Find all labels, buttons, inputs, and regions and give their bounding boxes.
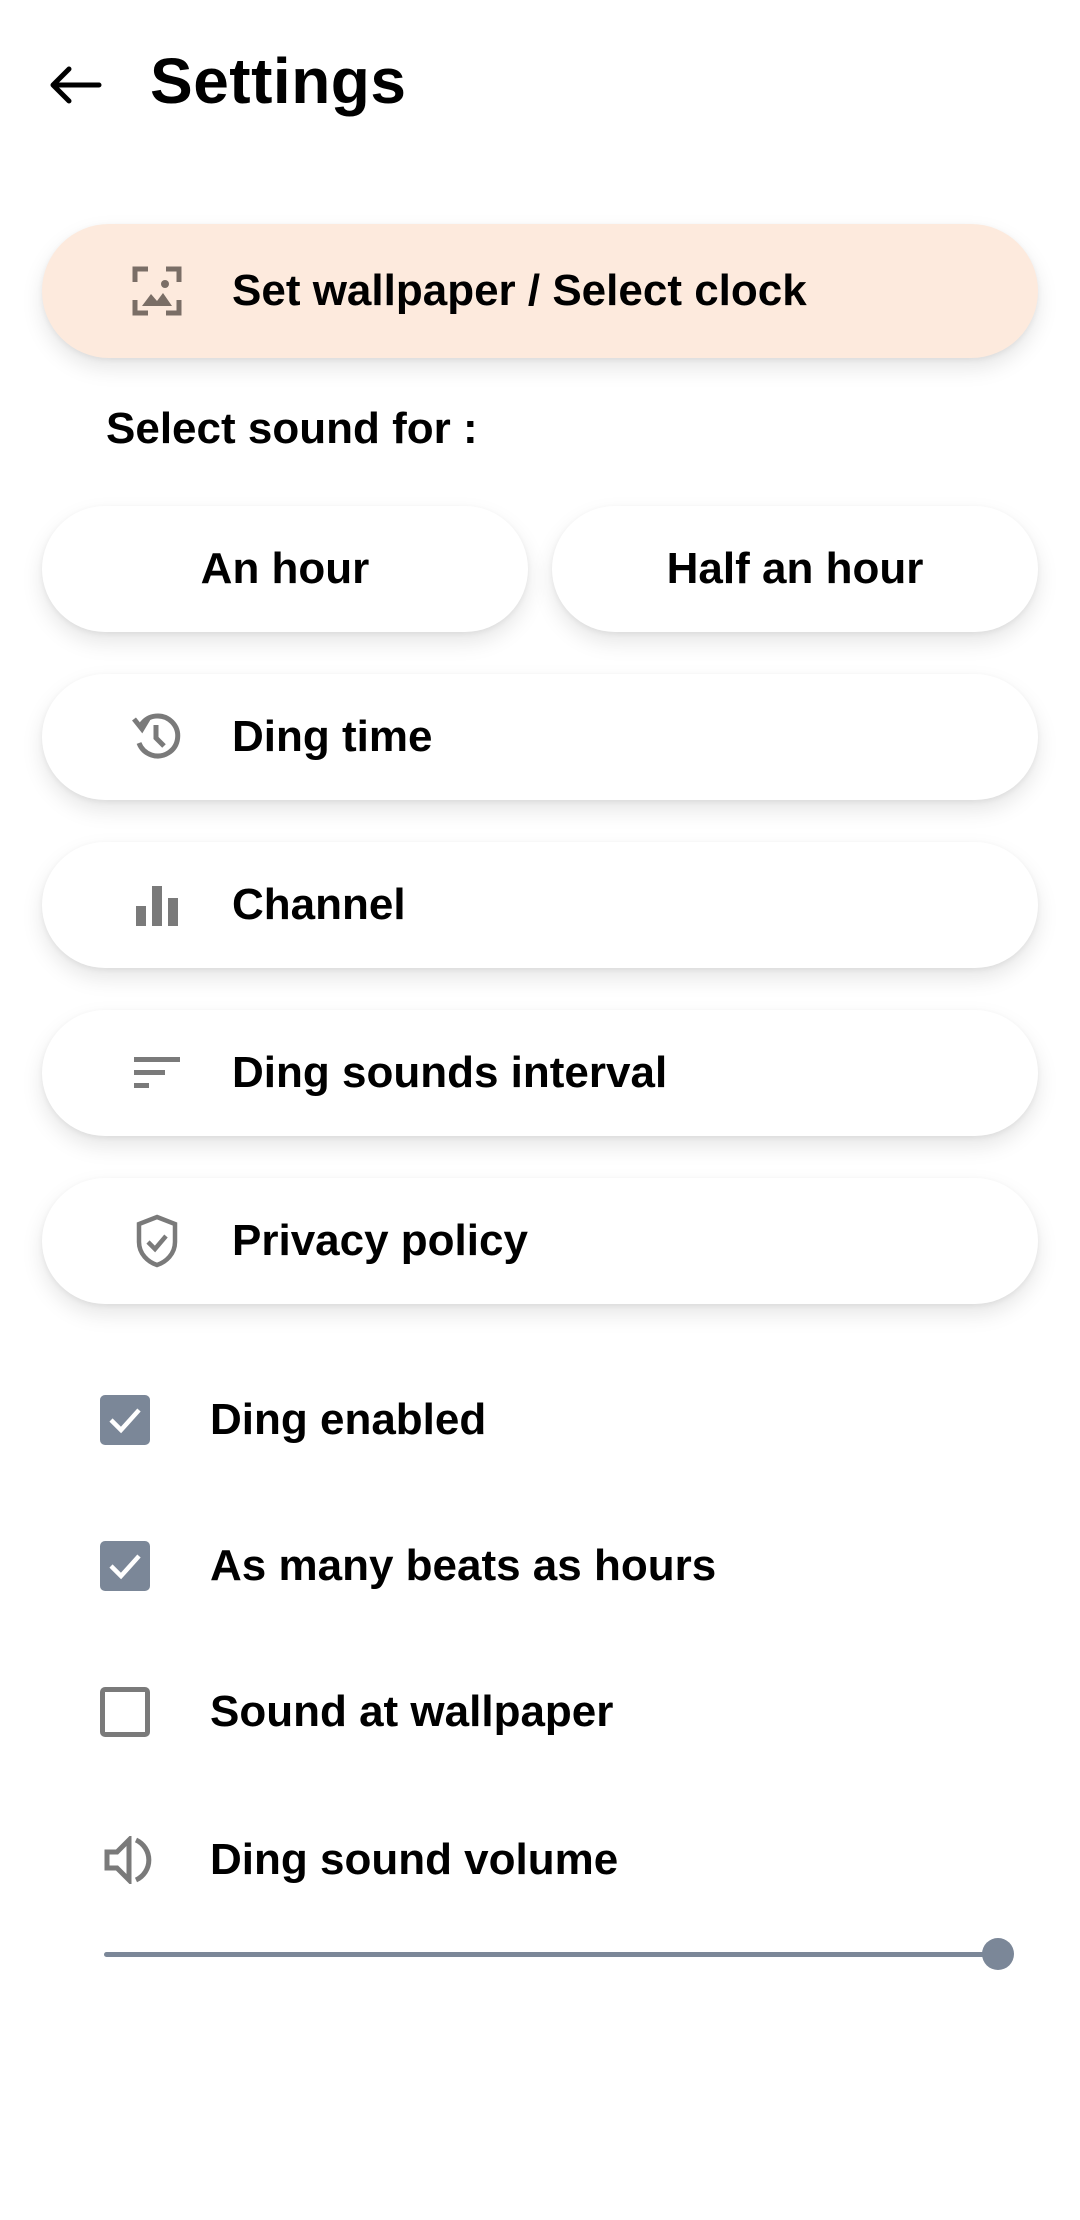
channel-label: Channel — [232, 880, 406, 929]
ding-time-button[interactable]: Ding time — [42, 674, 1038, 800]
an-hour-label: An hour — [200, 544, 370, 593]
volume-icon — [100, 1836, 156, 1884]
ding-sound-volume-row: Ding sound volume — [100, 1820, 618, 1900]
checkmark-icon — [109, 1408, 141, 1434]
beats-as-hours-option[interactable]: As many beats as hours — [100, 1526, 716, 1606]
volume-slider-track[interactable] — [104, 1952, 998, 1957]
ding-sound-volume-label: Ding sound volume — [210, 1835, 619, 1884]
ding-enabled-label: Ding enabled — [210, 1395, 487, 1444]
sound-at-wallpaper-checkbox[interactable] — [100, 1687, 150, 1737]
half-an-hour-label: Half an hour — [666, 544, 924, 593]
page-title: Settings — [150, 45, 407, 117]
volume-slider-thumb[interactable] — [982, 1938, 1014, 1970]
sound-at-wallpaper-label: Sound at wallpaper — [210, 1687, 614, 1736]
beats-as-hours-checkbox[interactable] — [100, 1541, 150, 1591]
checkmark-icon — [109, 1554, 141, 1580]
half-an-hour-button[interactable]: Half an hour — [552, 506, 1038, 632]
app-bar: Settings — [0, 0, 1080, 170]
shield-check-icon — [130, 1214, 184, 1268]
ding-enabled-option[interactable]: Ding enabled — [100, 1380, 486, 1460]
set-wallpaper-button[interactable]: Set wallpaper / Select clock — [42, 224, 1038, 358]
bar-chart-icon — [130, 878, 184, 932]
an-hour-button[interactable]: An hour — [42, 506, 528, 632]
back-button[interactable] — [40, 55, 110, 115]
privacy-policy-button[interactable]: Privacy policy — [42, 1178, 1038, 1304]
select-sound-label: Select sound for : — [106, 404, 478, 453]
ding-enabled-checkbox[interactable] — [100, 1395, 150, 1445]
ding-time-label: Ding time — [232, 712, 433, 761]
beats-as-hours-label: As many beats as hours — [210, 1541, 717, 1590]
sort-icon — [130, 1046, 184, 1100]
privacy-policy-label: Privacy policy — [232, 1216, 528, 1265]
ding-sounds-interval-label: Ding sounds interval — [232, 1048, 668, 1097]
sound-at-wallpaper-option[interactable]: Sound at wallpaper — [100, 1672, 613, 1752]
history-icon — [130, 710, 184, 764]
set-wallpaper-label: Set wallpaper / Select clock — [232, 266, 807, 315]
wallpaper-icon — [130, 264, 184, 318]
volume-slider[interactable] — [104, 1934, 1014, 1974]
arrow-back-icon — [50, 66, 102, 104]
ding-sounds-interval-button[interactable]: Ding sounds interval — [42, 1010, 1038, 1136]
channel-button[interactable]: Channel — [42, 842, 1038, 968]
